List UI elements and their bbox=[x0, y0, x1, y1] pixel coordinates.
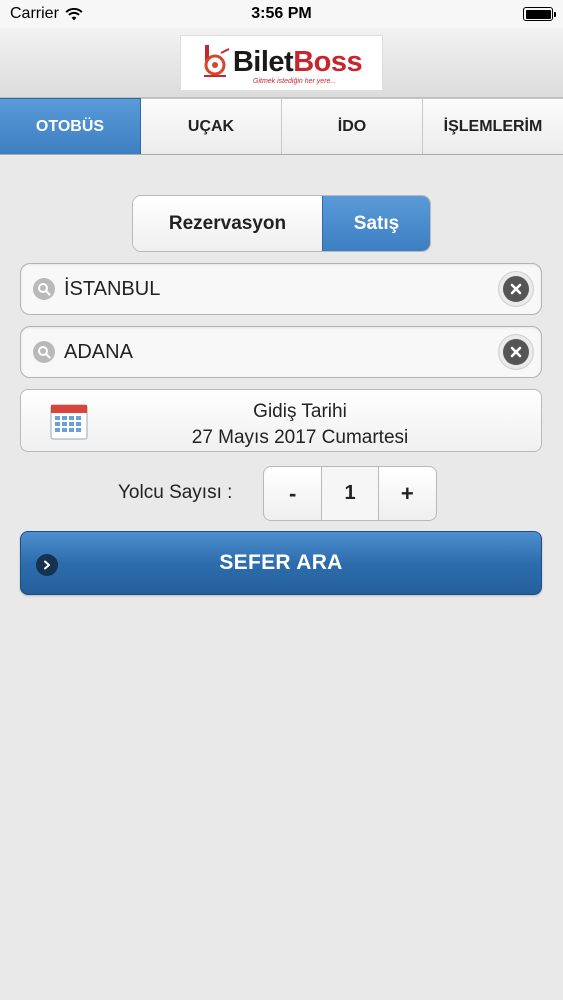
status-bar: Carrier 3:56 PM bbox=[0, 0, 563, 28]
date-value: 27 Mayıs 2017 Cumartesi bbox=[191, 427, 409, 448]
date-text: Gidiş Tarihi 27 Mayıs 2017 Cumartesi bbox=[21, 399, 541, 451]
arrival-input[interactable]: ADANA bbox=[20, 326, 542, 378]
passenger-count-value: 1 bbox=[321, 467, 379, 520]
decrement-button[interactable]: - bbox=[264, 467, 321, 520]
clear-arrival-button[interactable] bbox=[498, 334, 534, 370]
tab-flight[interactable]: UÇAK bbox=[141, 98, 282, 154]
tab-bar: OTOBÜS UÇAK İDO İŞLEMLERİM bbox=[0, 98, 563, 155]
search-trips-button[interactable]: SEFER ARA bbox=[20, 531, 542, 595]
arrival-value: ADANA bbox=[64, 340, 133, 363]
departure-date-button[interactable]: Gidiş Tarihi 27 Mayıs 2017 Cumartesi bbox=[20, 389, 542, 452]
logo-wordmark: BiletBoss bbox=[232, 46, 363, 78]
search-icon bbox=[33, 278, 55, 300]
wifi-icon bbox=[65, 7, 83, 20]
tab-my-transactions[interactable]: İŞLEMLERİM bbox=[423, 98, 563, 154]
battery-icon bbox=[523, 7, 556, 21]
sale-button[interactable]: Satış bbox=[322, 196, 430, 251]
search-trips-label: SEFER ARA bbox=[219, 551, 343, 574]
date-label: Gidiş Tarihi bbox=[253, 401, 347, 422]
clear-icon bbox=[503, 339, 529, 365]
status-time: 3:56 PM bbox=[251, 5, 312, 22]
increment-button[interactable]: + bbox=[379, 467, 436, 520]
clear-departure-button[interactable] bbox=[498, 271, 534, 307]
bus-logo-icon bbox=[203, 44, 230, 77]
chevron-right-icon bbox=[36, 554, 58, 576]
passenger-stepper: - 1 + bbox=[263, 466, 437, 521]
status-left: Carrier bbox=[10, 5, 83, 23]
search-icon bbox=[33, 341, 55, 363]
clear-icon bbox=[503, 276, 529, 302]
tab-ido[interactable]: İDO bbox=[282, 98, 423, 154]
departure-value: İSTANBUL bbox=[64, 277, 161, 300]
biletboss-logo: BiletBoss Gitmek istediğin her yere... bbox=[180, 34, 383, 91]
reservation-sale-toggle: Rezervasyon Satış bbox=[132, 195, 431, 252]
tab-bus[interactable]: OTOBÜS bbox=[0, 98, 141, 154]
carrier-label: Carrier bbox=[10, 5, 59, 22]
reservation-button[interactable]: Rezervasyon bbox=[133, 196, 322, 251]
app-header: BiletBoss Gitmek istediğin her yere... bbox=[0, 28, 563, 98]
passenger-count-label: Yolcu Sayısı : bbox=[118, 482, 233, 503]
logo-tagline: Gitmek istediğin her yere... bbox=[253, 77, 337, 85]
departure-input[interactable]: İSTANBUL bbox=[20, 263, 542, 315]
